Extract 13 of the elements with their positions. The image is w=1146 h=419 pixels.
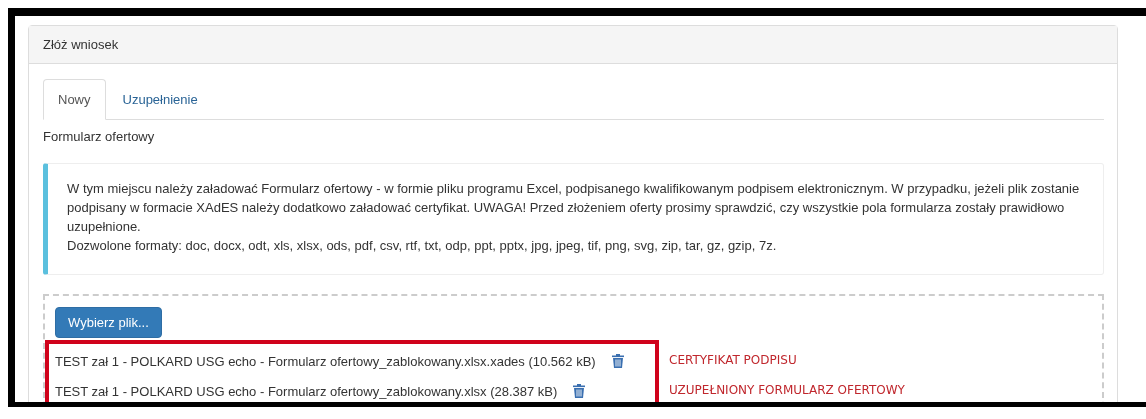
section-title: Formularz ofertowy: [43, 129, 156, 144]
panel-title: Złóż wniosek: [43, 37, 119, 52]
annotation-label: UZUPEŁNIONY FORMULARZ OFERTOWY: [669, 382, 905, 399]
annotation-label: CERTYFIKAT PODPISU: [669, 352, 798, 369]
file-name: TEST zał 1 - POLKARD USG echo - Formularz ofertowy_zablokowany.xlsx (28.387 kB): [55, 383, 558, 399]
choose-file-button[interactable]: Wybierz plik...: [55, 307, 162, 338]
drop-zone[interactable]: [43, 294, 1104, 402]
trash-icon[interactable]: [573, 384, 586, 398]
allowed-formats: Dozwolone formaty: doc, docx, odt, xls, xlsx, ods, pdf, csv, rtf, txt, odp, ppt, pptx, jpg, jpeg, tif, png, svg, zip, tar, gz, gzip, 7z.: [67, 237, 778, 255]
info-text: W tym miejscu należy załadować Formularz ofertowy - w formie pliku programu Excel, podpisanego kwalifikowanym podpisem elektronicznym. W przypadku, jeżeli plik zostanie podpisany w formacie XAdES należy dodatkowo załadować certyfikat. UWAGA! Przed złożeniem oferty prosimy sprawdzić, czy wszystkie pola formularza zostały prawidłowo uzupełnione.: [67, 180, 1081, 236]
trash-icon[interactable]: [611, 354, 624, 368]
tab[interactable]: Nowy: [43, 79, 106, 120]
file-name: TEST zał 1 - POLKARD USG echo - Formularz ofertowy_zablokowany.xlsx.xades (10.562 kB): [55, 353, 596, 369]
